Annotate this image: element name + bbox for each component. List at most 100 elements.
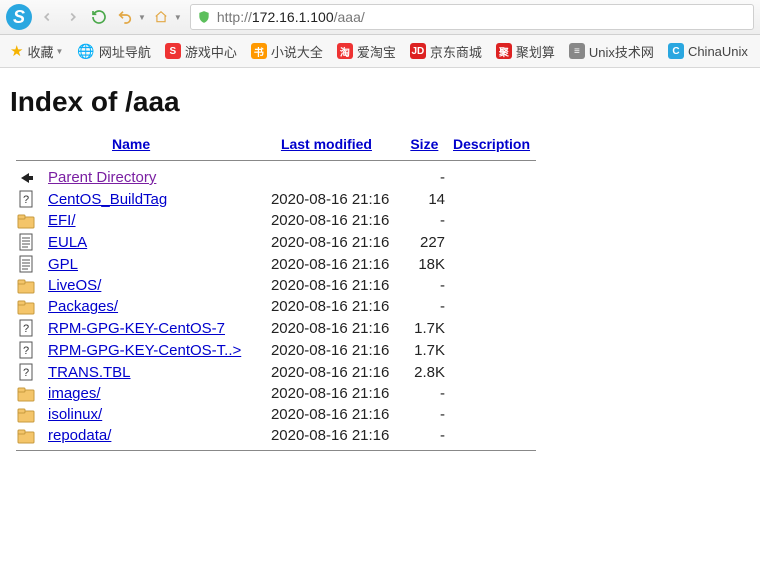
file-link[interactable]: Packages/ — [48, 298, 118, 315]
bookmark-item[interactable]: 书小说大全 — [251, 42, 323, 61]
bookmark-label: 小说大全 — [271, 42, 323, 61]
file-size: 2.8K — [404, 361, 447, 383]
table-row: GPL2020-08-16 21:1618K — [10, 253, 542, 275]
bookmark-label: 网址导航 — [99, 42, 151, 61]
file-description — [447, 425, 542, 446]
bookmark-icon: C — [668, 43, 684, 59]
file-link[interactable]: LiveOS/ — [48, 277, 101, 294]
bookmark-label: 爱淘宝 — [357, 42, 396, 61]
bookmark-icon: 聚 — [496, 43, 512, 59]
text-file-icon — [18, 255, 34, 273]
file-size: 14 — [404, 188, 447, 210]
file-description — [447, 275, 542, 296]
back-icon — [17, 170, 35, 186]
bookmark-label: 京东商城 — [430, 42, 482, 61]
file-link[interactable]: TRANS.TBL — [48, 364, 131, 381]
folder-icon — [17, 299, 35, 315]
file-date: 2020-08-16 21:16 — [261, 404, 404, 425]
forward-button[interactable] — [62, 6, 84, 28]
bookmark-icon: S — [165, 43, 181, 59]
favorites-button[interactable]: ★ 收藏 ▼ — [10, 42, 63, 61]
bookmark-item[interactable]: 🌐 网址导航 — [77, 42, 150, 61]
home-button[interactable] — [150, 6, 172, 28]
file-description — [447, 210, 542, 231]
file-description — [447, 339, 542, 361]
unknown-file-icon: ? — [18, 190, 34, 208]
file-link[interactable]: EFI/ — [48, 212, 76, 229]
table-row: ?TRANS.TBL2020-08-16 21:162.8K — [10, 361, 542, 383]
file-description — [447, 361, 542, 383]
back-button[interactable] — [36, 6, 58, 28]
bookmark-icon: 淘 — [337, 43, 353, 59]
bookmark-label: Unix技术网 — [589, 42, 654, 61]
bookmark-label: 游戏中心 — [185, 42, 237, 61]
col-description[interactable]: Description — [453, 136, 530, 152]
file-size: - — [404, 425, 447, 446]
undo-dropdown-icon[interactable]: ▼ — [138, 13, 146, 22]
file-size: 1.7K — [404, 317, 447, 339]
file-link[interactable]: Parent Directory — [48, 169, 156, 186]
file-date: 2020-08-16 21:16 — [261, 275, 404, 296]
file-link[interactable]: isolinux/ — [48, 406, 102, 423]
table-row: repodata/2020-08-16 21:16- — [10, 425, 542, 446]
bookmark-label: ChinaUnix — [688, 44, 748, 59]
unknown-file-icon: ? — [18, 319, 34, 337]
url-text[interactable]: http://172.16.1.100/aaa/ — [217, 9, 747, 25]
file-link[interactable]: RPM-GPG-KEY-CentOS-T..> — [48, 342, 241, 359]
file-date: 2020-08-16 21:16 — [261, 210, 404, 231]
col-size[interactable]: Size — [410, 136, 438, 152]
file-date: 2020-08-16 21:16 — [261, 425, 404, 446]
file-description — [447, 317, 542, 339]
browser-logo-icon: S — [6, 4, 32, 30]
folder-icon — [17, 213, 35, 229]
bookmark-item[interactable]: JD京东商城 — [410, 42, 482, 61]
text-file-icon — [18, 233, 34, 251]
bookmark-item[interactable]: 淘爱淘宝 — [337, 42, 396, 61]
file-size: 1.7K — [404, 339, 447, 361]
table-row: images/2020-08-16 21:16- — [10, 383, 542, 404]
undo-button[interactable] — [114, 6, 136, 28]
file-size: - — [404, 404, 447, 425]
file-link[interactable]: GPL — [48, 256, 78, 273]
table-row: EULA 2020-08-16 21:16227 — [10, 231, 542, 253]
file-description — [447, 188, 542, 210]
file-date: 2020-08-16 21:16 — [261, 383, 404, 404]
bookmark-item[interactable]: C ChinaUnix — [668, 42, 748, 61]
star-icon: ★ — [10, 42, 23, 60]
globe-icon: 🌐 — [77, 43, 94, 60]
folder-icon — [17, 278, 35, 294]
bookmark-item[interactable]: S游戏中心 — [165, 42, 237, 61]
file-link[interactable]: repodata/ — [48, 427, 111, 444]
file-date: 2020-08-16 21:16 — [261, 188, 404, 210]
table-row: Parent Directory- — [10, 167, 542, 188]
file-description — [447, 253, 542, 275]
svg-text:?: ? — [23, 345, 29, 357]
bookmark-item[interactable]: ≡Unix技术网 — [569, 42, 654, 61]
file-date: 2020-08-16 21:16 — [261, 296, 404, 317]
divider — [16, 450, 536, 451]
col-last-modified[interactable]: Last modified — [281, 136, 372, 152]
bookmark-label: 聚划算 — [516, 42, 555, 61]
col-name[interactable]: Name — [112, 136, 150, 152]
file-link[interactable]: RPM-GPG-KEY-CentOS-7 — [48, 320, 225, 337]
file-description — [447, 296, 542, 317]
reload-button[interactable] — [88, 6, 110, 28]
table-row: LiveOS/2020-08-16 21:16- — [10, 275, 542, 296]
file-link[interactable]: images/ — [48, 385, 101, 402]
file-date: 2020-08-16 21:16 — [261, 231, 404, 253]
home-dropdown-icon[interactable]: ▼ — [174, 13, 182, 22]
file-link[interactable]: EULA — [48, 234, 87, 251]
page-title: Index of /aaa — [10, 86, 750, 118]
file-size: 18K — [404, 253, 447, 275]
address-bar[interactable]: http://172.16.1.100/aaa/ — [190, 4, 754, 30]
file-size: 227 — [404, 231, 447, 253]
file-size: - — [404, 275, 447, 296]
browser-toolbar: S ▼ ▼ http://172.16.1.100/aaa/ — [0, 0, 760, 35]
file-link[interactable]: CentOS_BuildTag — [48, 191, 167, 208]
table-row: EFI/2020-08-16 21:16- — [10, 210, 542, 231]
doc-icon: ≡ — [569, 43, 585, 59]
svg-text:?: ? — [23, 323, 29, 335]
bookmark-item[interactable]: 聚聚划算 — [496, 42, 555, 61]
table-row: Packages/2020-08-16 21:16- — [10, 296, 542, 317]
file-date: 2020-08-16 21:16 — [261, 317, 404, 339]
